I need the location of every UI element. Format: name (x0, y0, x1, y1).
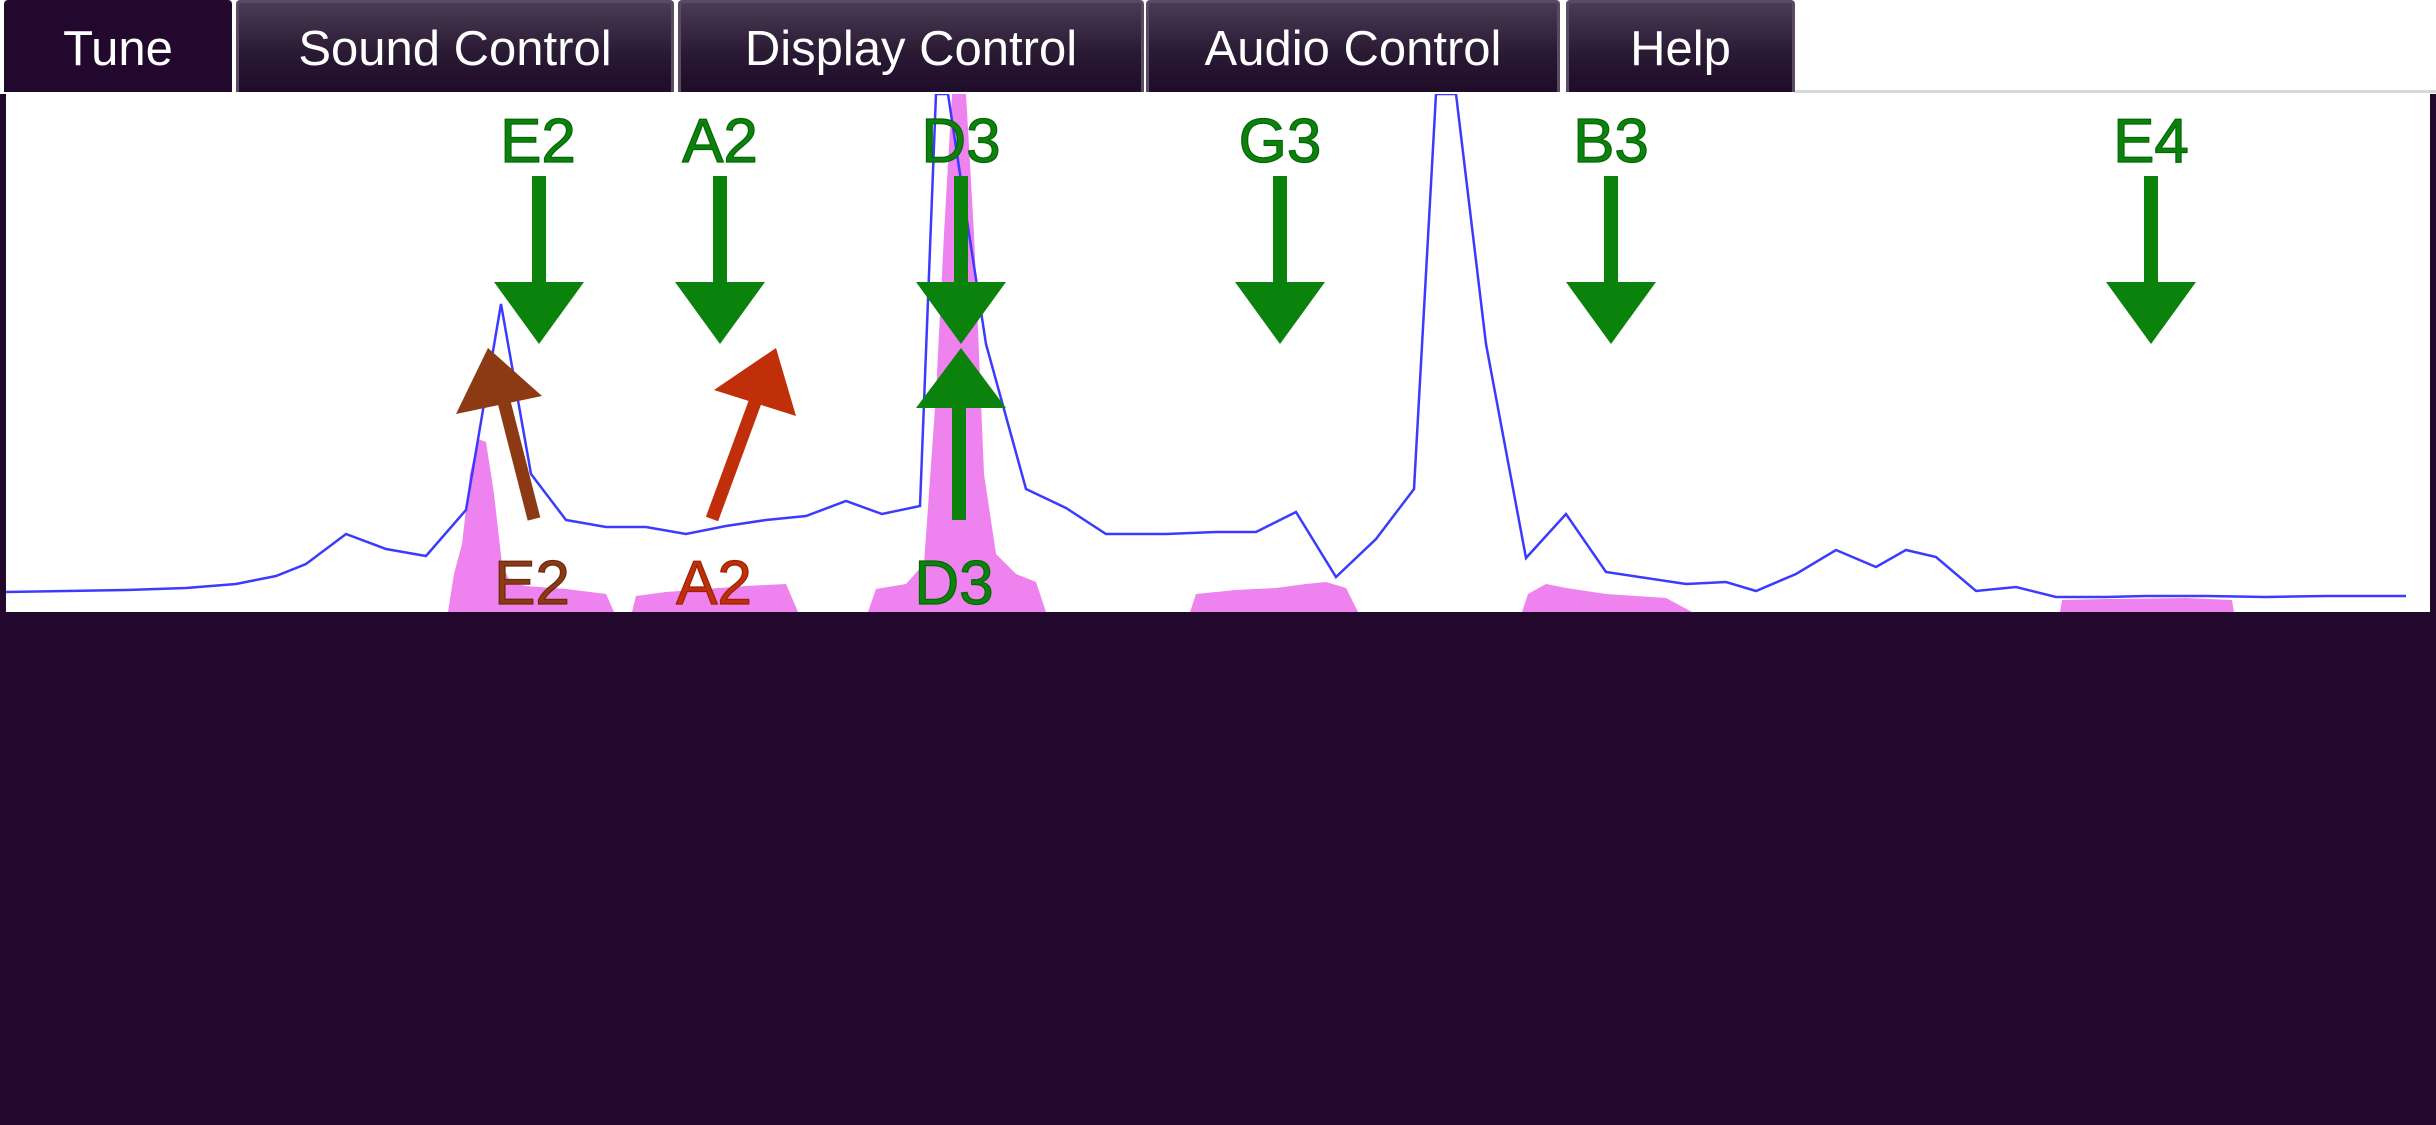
target-label-e4: E4 (2113, 107, 2189, 176)
target-label-e2: E2 (500, 107, 576, 176)
tab-bar: Tune Sound Control Display Control Audio… (0, 0, 2436, 94)
target-arrow-e2 (494, 176, 584, 344)
target-arrow-g3 (1235, 176, 1325, 344)
lower-panel (0, 612, 2436, 1125)
target-arrow-a2 (675, 176, 765, 344)
target-label-a2: A2 (682, 107, 758, 176)
spectrum-trace (6, 94, 2406, 599)
target-label-d3: D3 (921, 107, 1000, 176)
detected-label-e2: E2 (494, 549, 570, 612)
detected-label-a2: A2 (676, 549, 752, 612)
target-arrow-e4 (2106, 176, 2196, 344)
target-label-g3: G3 (1239, 107, 1322, 176)
tab-help[interactable]: Help (1566, 0, 1795, 92)
tab-audio-control[interactable]: Audio Control (1146, 0, 1560, 92)
tab-strip-divider (1795, 90, 2436, 93)
tab-tune[interactable]: Tune (4, 0, 232, 92)
detected-labels: E2 A2 D3 (493, 548, 994, 612)
detected-arrow-a2 (705, 348, 796, 522)
detected-label-d3: D3 (914, 549, 993, 612)
target-label-b3: B3 (1573, 107, 1649, 176)
energy-band-b3 (1522, 584, 1692, 612)
tab-sound-control[interactable]: Sound Control (236, 0, 674, 92)
tab-display-control[interactable]: Display Control (678, 0, 1144, 92)
spectrum-svg: E2 A2 D3 E2 A2 D3 G3 B3 E4 (6, 94, 2406, 612)
target-arrow-b3 (1566, 176, 1656, 344)
tuner-spectrum-display: E2 A2 D3 E2 A2 D3 G3 B3 E4 (6, 94, 2430, 612)
target-arrows (494, 176, 2196, 344)
target-labels: E2 A2 D3 G3 B3 E4 (499, 106, 2189, 176)
energy-band-g3 (1190, 582, 1358, 612)
energy-band-e4 (2060, 598, 2234, 612)
